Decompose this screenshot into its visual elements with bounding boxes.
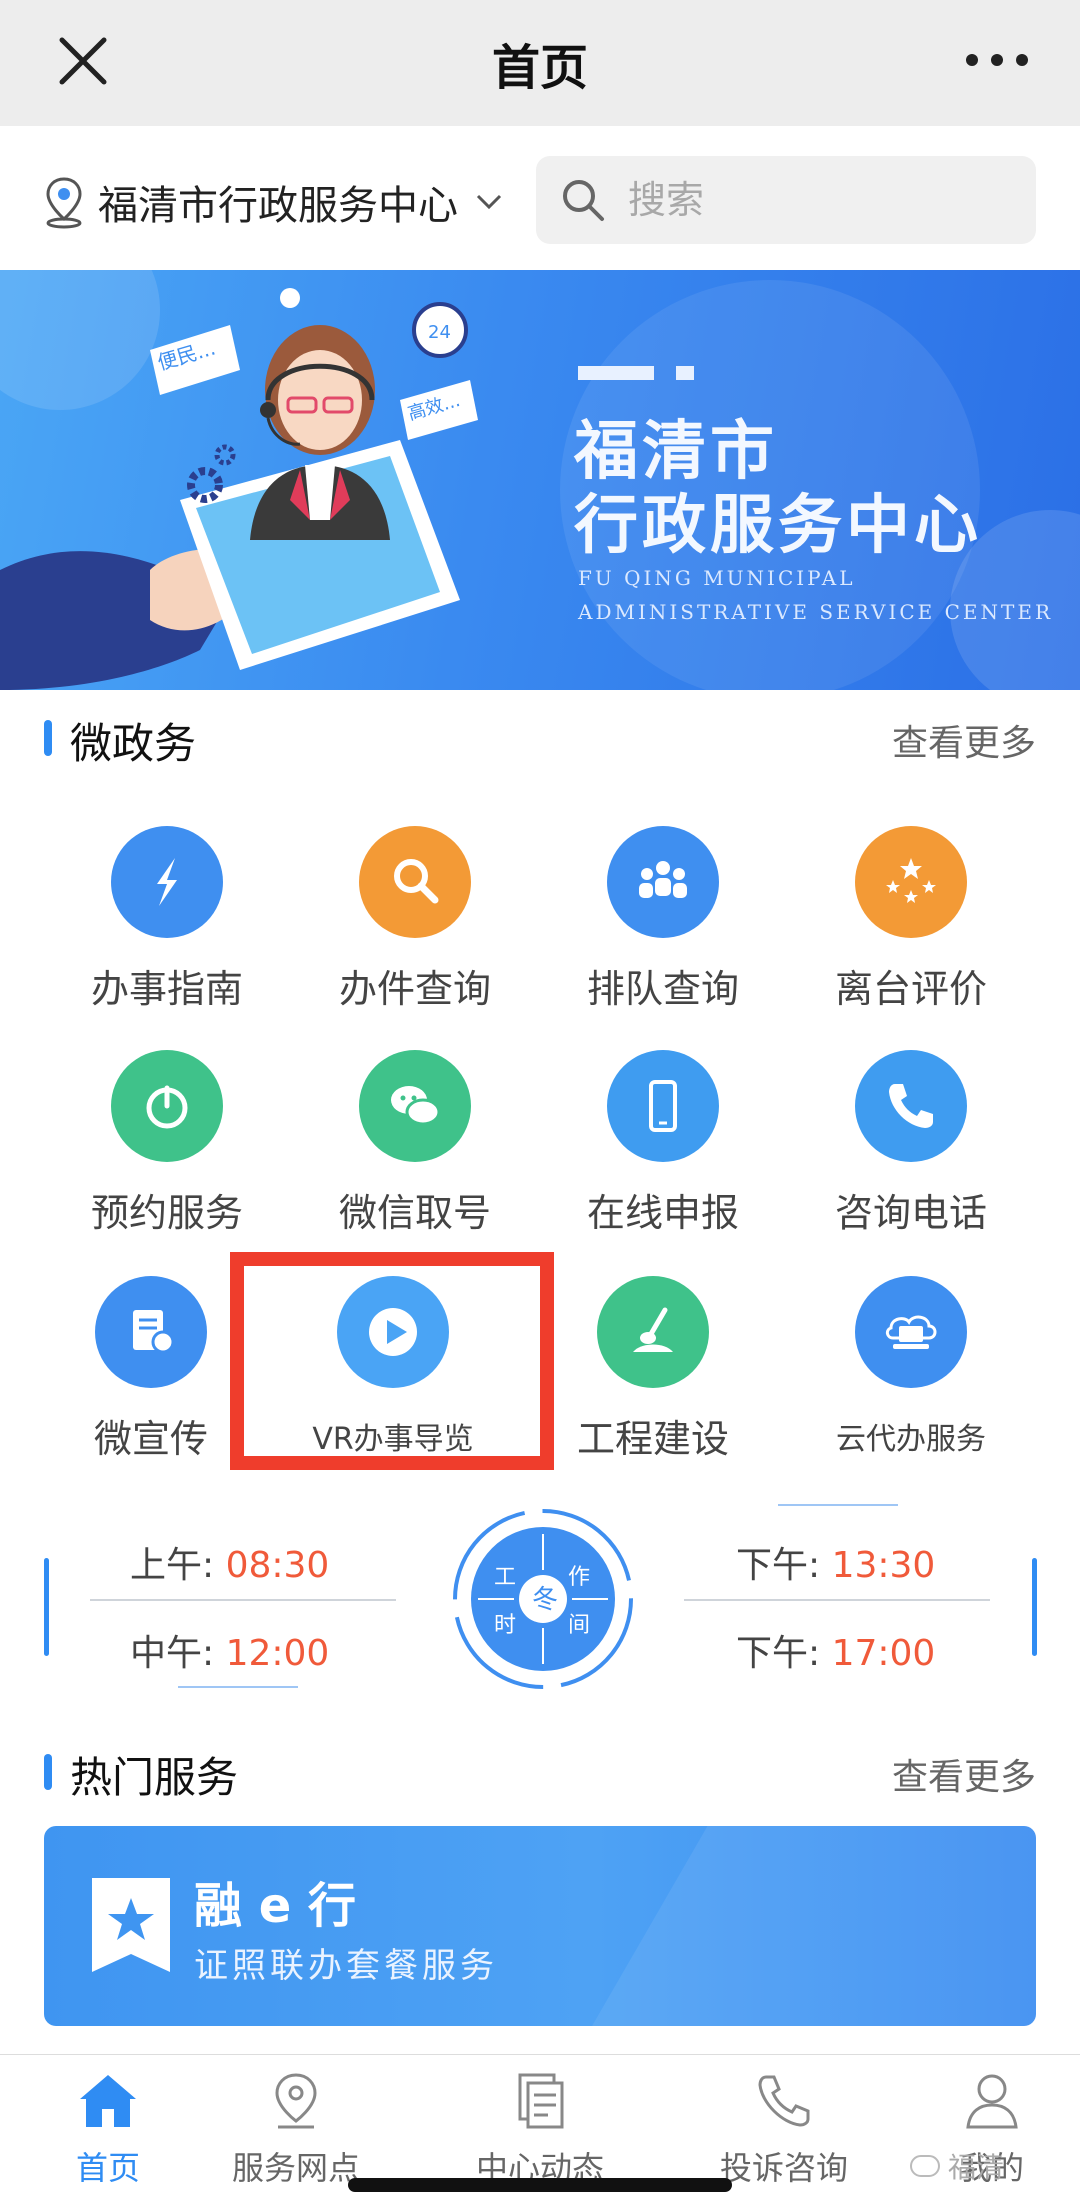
view-more-link[interactable]: 查看更多 <box>892 714 1036 766</box>
user-icon <box>966 2074 1018 2129</box>
hot-services-header: 热门服务 查看更多 <box>0 1732 1080 1812</box>
chevron-down-icon <box>476 194 502 210</box>
online-declaration[interactable]: 在线申报 <box>538 1050 788 1237</box>
compass-icon <box>111 826 223 938</box>
call-icon <box>855 1050 967 1162</box>
customer-service-illustration: 便民... 高效... 24 <box>0 288 478 690</box>
svg-text:作: 作 <box>568 1565 590 1590</box>
section-title: 微政务 <box>70 719 197 768</box>
nav-bar: 首页 <box>0 0 1080 126</box>
banner-clock-text: 24 <box>428 322 451 343</box>
card-title: 融 e 行 <box>194 1878 356 1934</box>
tab-service-points[interactable]: 服务网点 <box>188 2069 404 2189</box>
appointment[interactable]: 预约服务 <box>42 1050 292 1237</box>
micro-gov-header: 微政务 查看更多 <box>0 698 1080 778</box>
location-name: 福清市行政服务中心 <box>98 183 458 229</box>
section-title: 热门服务 <box>70 1753 239 1802</box>
tab-complaints[interactable]: 投诉咨询 <box>676 2069 892 2189</box>
banner-title-line2: 行政服务中心 <box>574 489 982 563</box>
queue-query[interactable]: 排队查询 <box>538 826 788 1013</box>
rong-e-xing-card[interactable]: 融 e 行 证照联办套餐服务 <box>44 1826 1036 2026</box>
consult-phone[interactable]: 咨询电话 <box>786 1050 1036 1237</box>
banner-english-line2: ADMINISTRATIVE SERVICE CENTER <box>578 600 1053 624</box>
search-box[interactable] <box>536 156 1036 244</box>
svg-text:工: 工 <box>494 1565 516 1590</box>
engineering[interactable]: 工程建设 <box>528 1276 778 1463</box>
phone-icon <box>607 1050 719 1162</box>
section-marker <box>44 1754 52 1790</box>
stars-icon <box>855 826 967 938</box>
wechat-ticket[interactable]: 微信取号 <box>290 1050 540 1237</box>
location-pin-icon <box>46 177 82 229</box>
afternoon-end-time: 下午: 17:00 <box>736 1633 936 1674</box>
location-pin-icon <box>275 2073 317 2129</box>
case-query[interactable]: 办件查询 <box>290 826 540 1013</box>
power-icon <box>111 1050 223 1162</box>
search-icon <box>359 826 471 938</box>
news-icon <box>518 2073 564 2129</box>
more-icon[interactable] <box>962 50 1032 70</box>
page-title: 首页 <box>491 40 588 96</box>
svg-text:时: 时 <box>494 1613 516 1638</box>
phone-icon <box>758 2075 810 2127</box>
home-indicator[interactable] <box>348 2178 732 2192</box>
search-icon <box>563 180 604 221</box>
service-guide[interactable]: 办事指南 <box>42 826 292 1013</box>
highlight-box <box>230 1252 554 1470</box>
afternoon-start-time: 下午: 13:30 <box>736 1545 936 1586</box>
tab-home[interactable]: 首页 <box>0 2069 216 2189</box>
shovel-icon <box>597 1276 709 1388</box>
noon-time: 中午: 12:00 <box>130 1633 330 1674</box>
cloud-agency[interactable]: 云代办服务 <box>786 1276 1036 1458</box>
banner-english-line1: FU QING MUNICIPAL <box>578 566 856 590</box>
svg-text:冬: 冬 <box>532 1585 558 1615</box>
close-icon[interactable] <box>50 28 116 94</box>
view-more-link[interactable]: 查看更多 <box>892 1748 1036 1800</box>
wechat-icon <box>359 1050 471 1162</box>
work-time-panel: 上午: 08:30 中午: 12:00 下午: 13:30 下午: 17:00 … <box>0 1500 1080 1700</box>
hero-banner[interactable]: 便民... 高效... 24 福清市 行政服务中心 FU QING MUNICI… <box>0 270 1080 690</box>
card-subtitle: 证照联办套餐服务 <box>194 1946 498 1986</box>
morning-time: 上午: 08:30 <box>130 1545 330 1586</box>
tab-center-news[interactable]: 中心动态 <box>432 2069 648 2189</box>
laptop-cloud-icon <box>855 1276 967 1388</box>
work-time-clock-icon: 冬 工 作 时 间 <box>453 1509 633 1689</box>
rating[interactable]: 离台评价 <box>786 826 1036 1013</box>
search-input[interactable] <box>628 178 988 222</box>
section-marker <box>44 720 52 756</box>
home-icon <box>80 2075 136 2127</box>
star-badge-icon <box>92 1878 170 1972</box>
location-search-row: 福清市行政服务中心 <box>0 126 1080 270</box>
watermark: 福清 <box>910 2146 1004 2186</box>
location-selector[interactable]: 福清市行政服务中心 <box>42 172 506 232</box>
svg-text:间: 间 <box>568 1613 590 1638</box>
people-icon <box>607 826 719 938</box>
document-icon <box>95 1276 207 1388</box>
